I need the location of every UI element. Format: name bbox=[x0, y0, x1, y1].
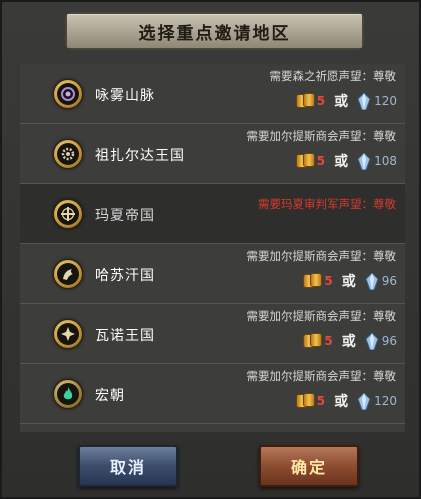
reputation-requirement-unmet: 需要玛夏审判军声望：尊敬 bbox=[258, 197, 396, 211]
gold-coin-icon bbox=[295, 153, 316, 169]
cost-group: 5 或 120 bbox=[295, 390, 397, 412]
region-row-yongwu[interactable]: 咏雾山脉 需要森之祈愿声望：尊敬 5 或 120 bbox=[20, 64, 405, 124]
reputation-requirement: 需要加尔提斯商会声望：尊敬 bbox=[246, 129, 397, 143]
crystal-icon bbox=[357, 92, 371, 110]
region-row-maxia[interactable]: 玛夏帝国 需要玛夏审判军声望：尊敬 bbox=[20, 184, 405, 244]
gold-coin-icon bbox=[295, 393, 316, 409]
region-name: 哈苏汗国 bbox=[95, 268, 155, 284]
reputation-requirement: 需要加尔提斯商会声望：尊敬 bbox=[246, 309, 397, 323]
cancel-button[interactable]: 取消 bbox=[78, 445, 178, 487]
region-row-hasu[interactable]: 哈苏汗国 需要加尔提斯商会声望：尊敬 5 或 96 bbox=[20, 244, 405, 304]
cross-emblem-icon bbox=[53, 199, 83, 229]
or-label: 或 bbox=[334, 394, 349, 410]
confirm-button-label: 确定 bbox=[290, 458, 327, 477]
dialog-frame: 选择重点邀请地区 咏雾山脉 需要森之祈愿声望：尊敬 5 或 120 祖扎尔达王国… bbox=[0, 0, 421, 499]
cost-group: 5 或 108 bbox=[295, 150, 397, 172]
gold-amount: 5 bbox=[316, 394, 326, 408]
confirm-button[interactable]: 确定 bbox=[259, 445, 359, 487]
gold-amount: 5 bbox=[324, 274, 333, 288]
reputation-requirement: 需要加尔提斯商会声望：尊敬 bbox=[246, 369, 397, 383]
or-label: 或 bbox=[334, 154, 349, 170]
gold-coin-icon bbox=[303, 273, 323, 289]
crystal-icon bbox=[365, 272, 379, 290]
crystal-icon bbox=[365, 332, 379, 350]
dialog-title: 选择重点邀请地区 bbox=[138, 23, 291, 44]
region-name: 宏朝 bbox=[95, 388, 125, 404]
region-row-zuzaerda[interactable]: 祖扎尔达王国 需要加尔提斯商会声望：尊敬 5 或 108 bbox=[20, 124, 405, 184]
vortex-emblem-icon bbox=[53, 79, 83, 109]
region-row-wanuo[interactable]: 瓦诺王国 需要加尔提斯商会声望：尊敬 5 或 96 bbox=[20, 304, 405, 364]
title-banner: 选择重点邀请地区 bbox=[65, 12, 364, 50]
crystal-amount: 96 bbox=[381, 274, 397, 288]
region-name: 玛夏帝国 bbox=[95, 208, 155, 224]
reputation-requirement: 需要森之祈愿声望：尊敬 bbox=[269, 69, 397, 83]
gear-emblem-icon bbox=[53, 139, 83, 169]
gold-amount: 5 bbox=[324, 334, 333, 348]
region-name: 瓦诺王国 bbox=[95, 328, 155, 344]
cost-group: 5 或 96 bbox=[303, 270, 397, 292]
region-name: 咏雾山脉 bbox=[95, 88, 155, 104]
or-label: 或 bbox=[341, 274, 356, 290]
gold-coin-icon bbox=[295, 93, 316, 109]
region-name: 祖扎尔达王国 bbox=[95, 148, 185, 164]
cost-group: 5 或 96 bbox=[303, 330, 397, 352]
flame-emblem-icon bbox=[53, 379, 83, 409]
region-list: 咏雾山脉 需要森之祈愿声望：尊敬 5 或 120 祖扎尔达王国 需要加尔提斯商会… bbox=[20, 64, 405, 432]
crystal-icon bbox=[357, 392, 371, 410]
gold-amount: 5 bbox=[316, 94, 326, 108]
cancel-button-label: 取消 bbox=[109, 458, 146, 477]
reputation-requirement: 需要加尔提斯商会声望：尊敬 bbox=[246, 249, 397, 263]
or-label: 或 bbox=[341, 334, 356, 350]
crystal-amount: 120 bbox=[374, 394, 397, 408]
or-label: 或 bbox=[334, 94, 349, 110]
crystal-icon bbox=[357, 152, 371, 170]
crystal-amount: 108 bbox=[374, 154, 397, 168]
beast-emblem-icon bbox=[53, 259, 83, 289]
cost-group: 5 或 120 bbox=[295, 90, 397, 112]
gold-coin-icon bbox=[303, 333, 323, 349]
star-emblem-icon bbox=[53, 319, 83, 349]
crystal-amount: 96 bbox=[381, 334, 397, 348]
region-row-hongchao[interactable]: 宏朝 需要加尔提斯商会声望：尊敬 5 或 120 bbox=[20, 364, 405, 424]
gold-amount: 5 bbox=[316, 154, 326, 168]
crystal-amount: 120 bbox=[374, 94, 397, 108]
